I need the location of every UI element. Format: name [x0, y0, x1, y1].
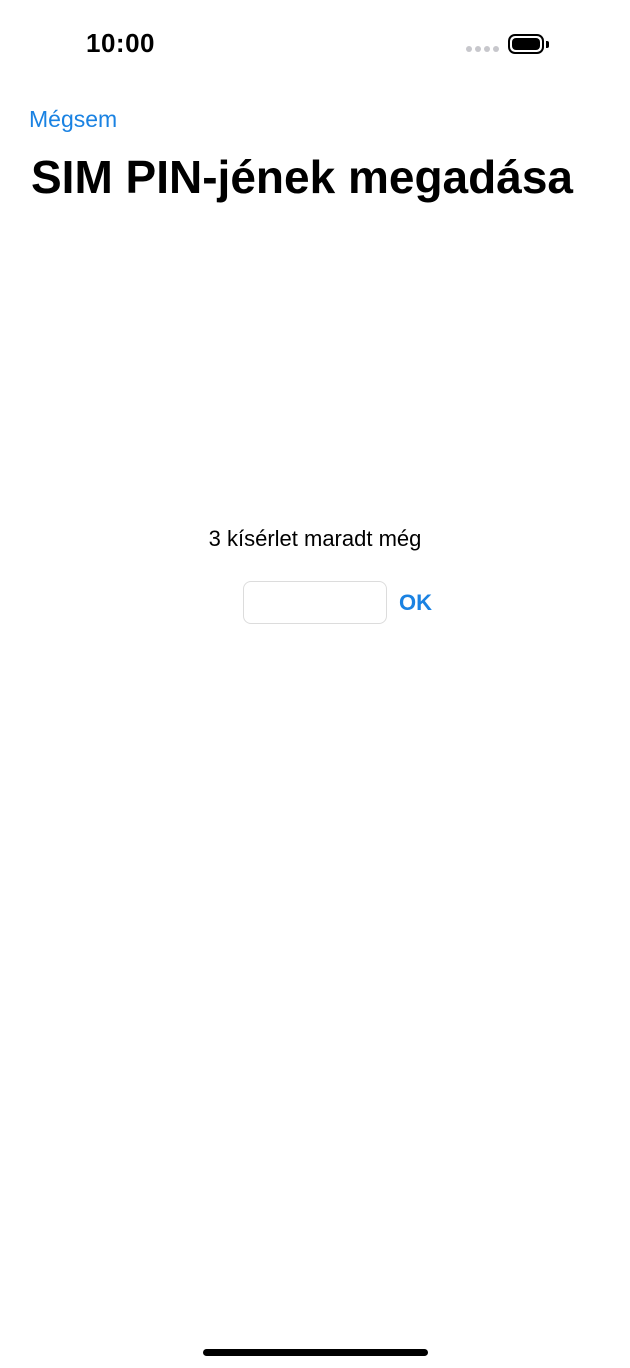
signal-dot — [475, 46, 481, 52]
battery-full-icon — [508, 34, 549, 56]
signal-dot — [484, 46, 490, 52]
signal-dot — [493, 46, 499, 52]
ok-button[interactable]: OK — [399, 590, 432, 616]
cancel-button[interactable]: Mégsem — [29, 106, 117, 133]
pin-entry-row: OK — [243, 581, 432, 624]
status-time: 10:00 — [86, 28, 155, 58]
home-indicator[interactable] — [203, 1349, 428, 1356]
sim-pin-input[interactable] — [243, 581, 387, 624]
page-title: SIM PIN-jének megadása — [31, 151, 573, 203]
status-bar: 10:00 — [0, 0, 630, 90]
attempts-remaining-text: 3 kísérlet maradt még — [208, 526, 422, 551]
signal-dot — [466, 46, 472, 52]
battery-fill — [512, 38, 540, 50]
battery-tip — [546, 41, 549, 48]
battery-body — [508, 34, 544, 54]
cellular-signal-icon — [466, 46, 499, 52]
